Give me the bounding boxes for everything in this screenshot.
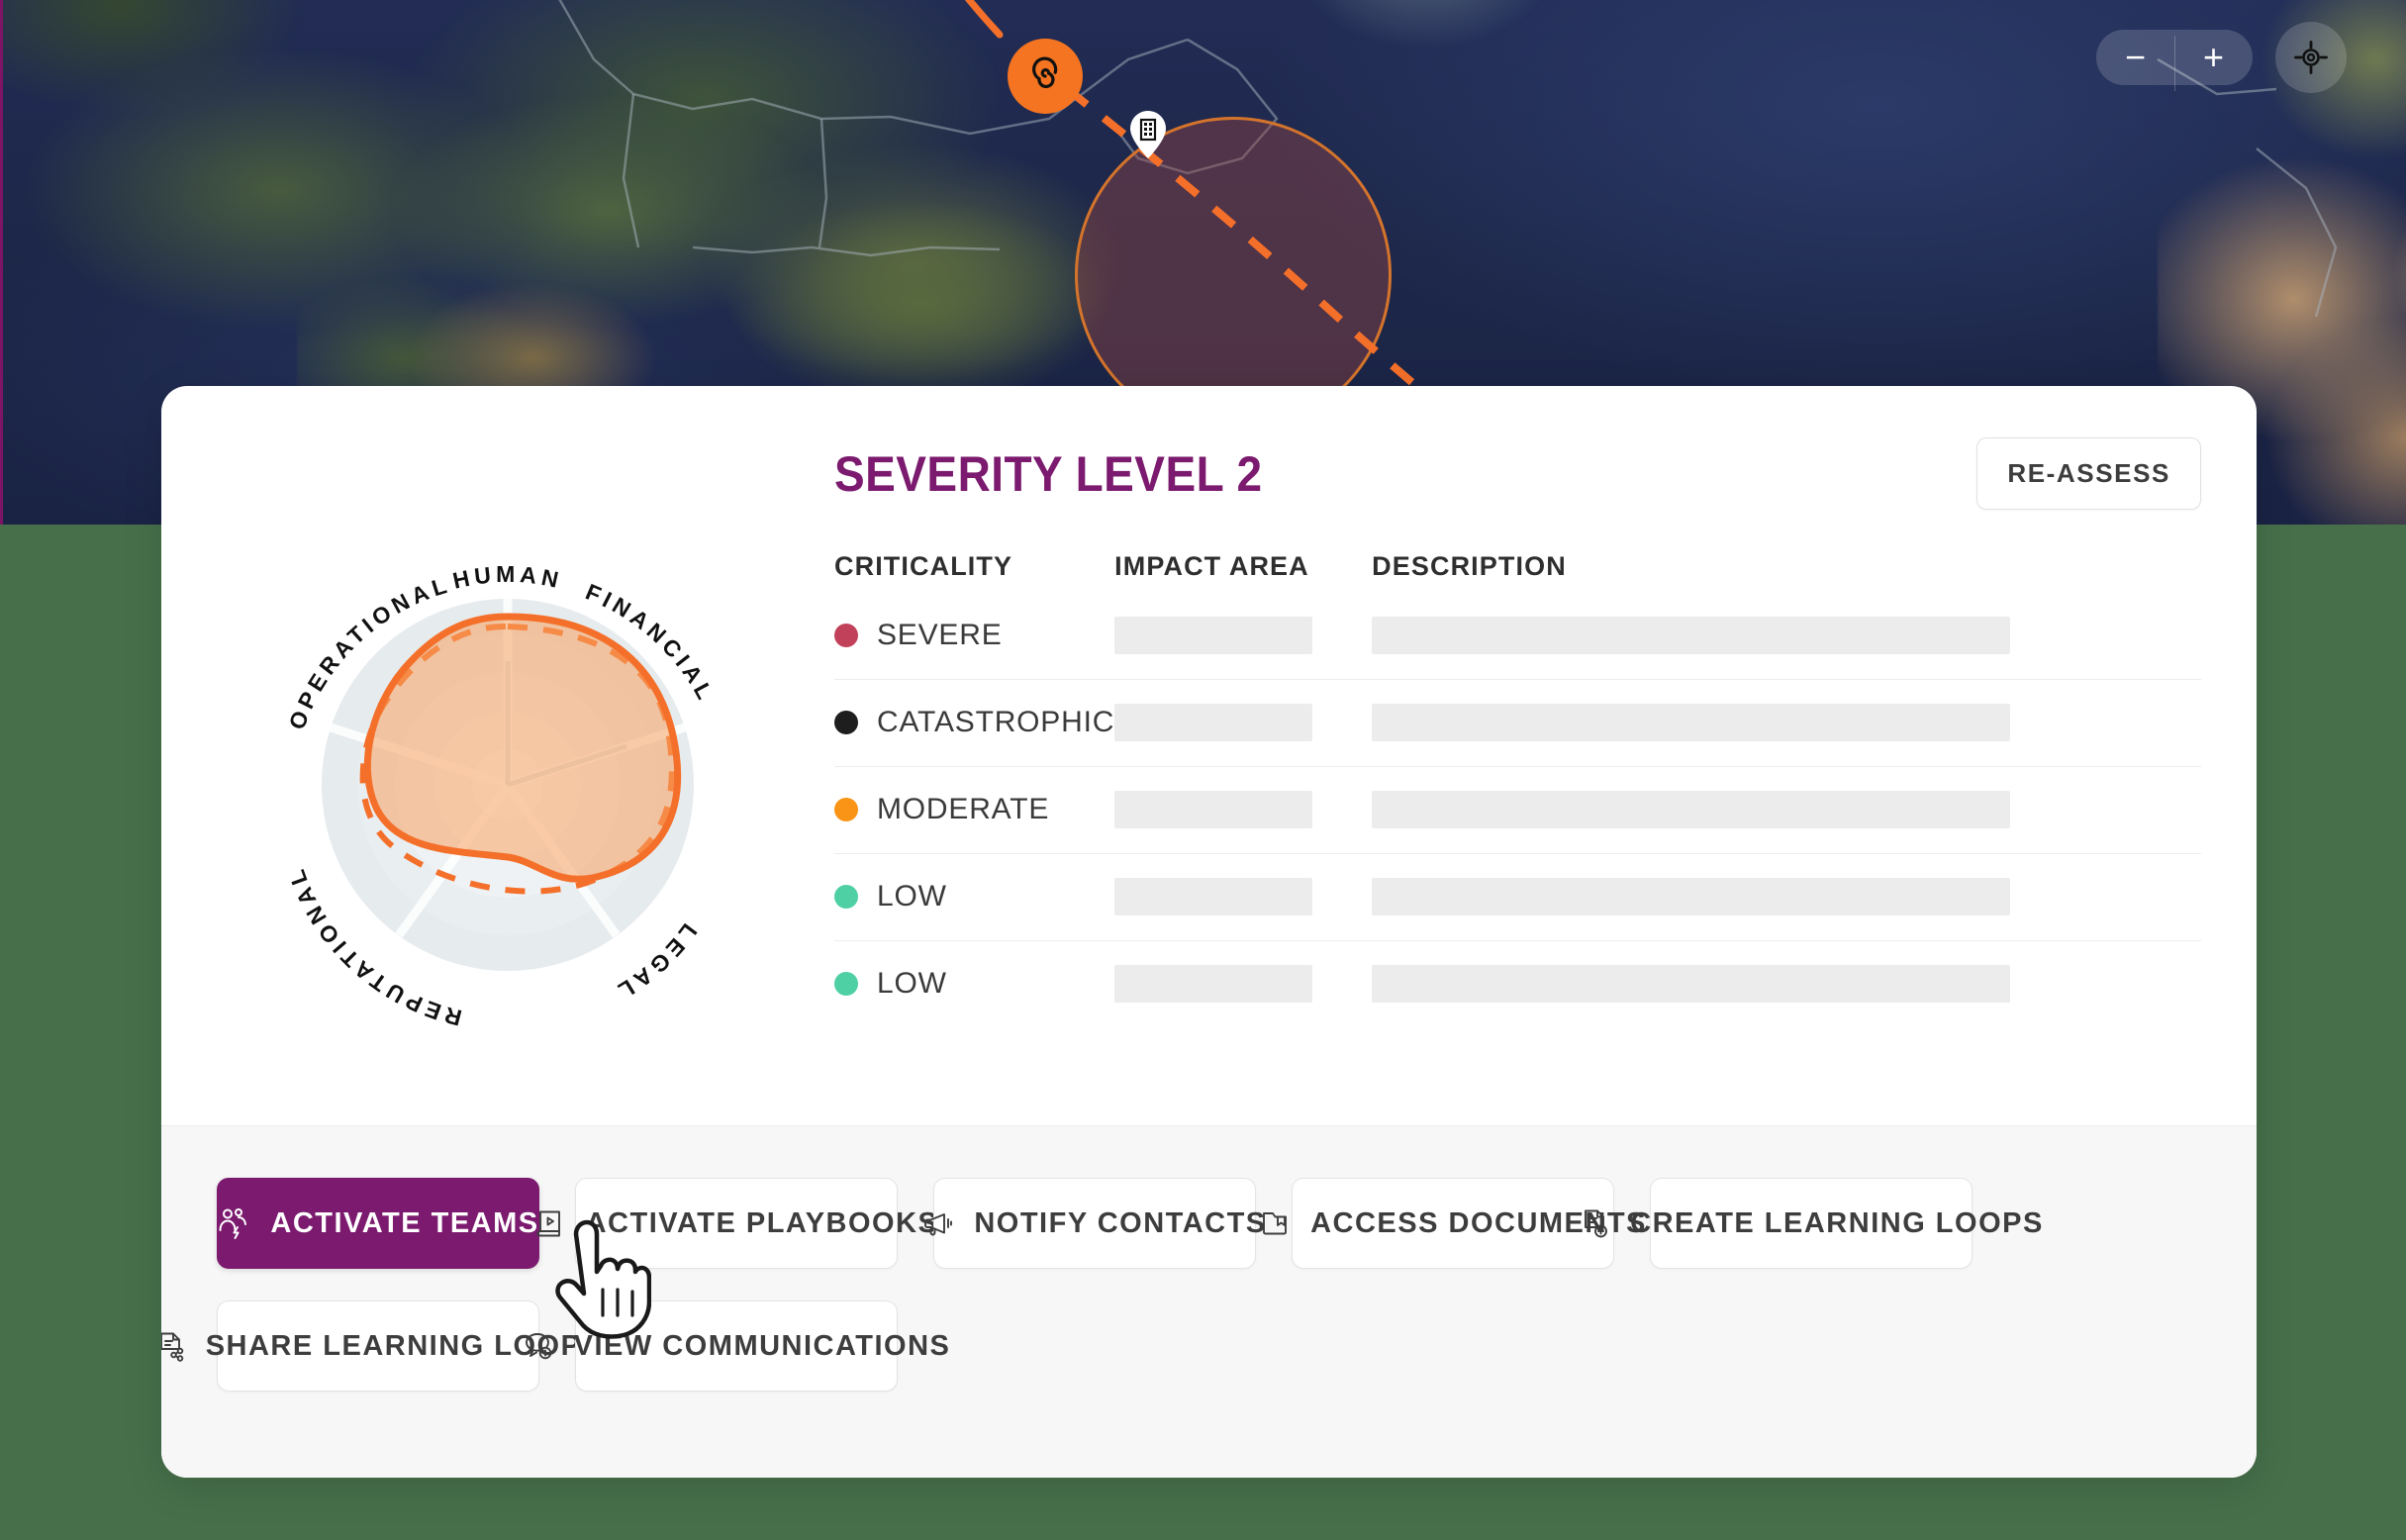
severity-card-body: HUMAN FINANCIAL LEGAL REPUTATIONAL OPERA [161, 386, 2257, 1125]
description-placeholder [1372, 704, 2011, 741]
notify-contacts-button[interactable]: NOTIFY CONTACTS [924, 1178, 1265, 1269]
activate-teams-button[interactable]: ACTIVATE TEAMS [217, 1178, 539, 1269]
description-placeholder [1372, 965, 2011, 1004]
impact-area-placeholder [1114, 616, 1313, 654]
table-row[interactable]: LOW [834, 853, 2201, 941]
document-plus-icon [1579, 1207, 1610, 1239]
table-row[interactable]: MODERATE [834, 766, 2201, 854]
action-button-grid: ACTIVATE TEAMS ACTIVATE PLAYBOOKS NOTIFY… [161, 1178, 2201, 1392]
criticality-label: SEVERE [877, 618, 1003, 651]
zoom-controls-divider [2174, 36, 2175, 91]
button-label: NOTIFY CONTACTS [974, 1206, 1267, 1239]
impact-area-placeholder [1114, 878, 1313, 915]
share-learning-loops-button[interactable]: SHARE LEARNING LOOPS [161, 1300, 601, 1392]
building-pin-icon[interactable] [1128, 109, 1168, 160]
document-share-icon [161, 1330, 186, 1362]
crosshair-locate-icon[interactable] [2275, 22, 2347, 93]
chat-plus-icon [523, 1330, 554, 1362]
description-placeholder [1372, 616, 2011, 654]
impact-radar-chart: HUMAN FINANCIAL LEGAL REPUTATIONAL OPERA [201, 414, 815, 1097]
criticality-table: CRITICALITY IMPACT AREA DESCRIPTION SEVE… [834, 551, 2201, 1027]
criticality-label: LOW [877, 880, 947, 913]
description-placeholder [1372, 791, 2011, 828]
criticality-label: LOW [877, 967, 947, 1001]
view-communications-button[interactable]: VIEW COMMUNICATIONS [525, 1300, 949, 1392]
description-placeholder [1372, 878, 2011, 915]
status-badge [834, 972, 858, 997]
status-badge [834, 885, 858, 909]
status-badge [834, 623, 858, 647]
status-badge [834, 711, 858, 734]
status-badge [834, 798, 858, 821]
megaphone-icon [922, 1207, 954, 1239]
radar-axis-label-human: HUMAN [450, 561, 565, 594]
book-play-icon [534, 1207, 566, 1239]
table-row[interactable]: SEVERE [834, 592, 2201, 680]
folder-bookmark-icon [1259, 1207, 1291, 1239]
table-row[interactable]: CATASTROPHIC [834, 679, 2201, 767]
column-header-impact-area: IMPACT AREA [1114, 551, 1309, 581]
column-header-description: DESCRIPTION [1372, 551, 1567, 581]
button-label: CREATE LEARNING LOOPS [1630, 1206, 2044, 1239]
radar-series-current [363, 613, 682, 883]
severity-panel: SEVERITY LEVEL 2 RE-ASSESS CRITICALITY I… [834, 437, 2201, 1027]
access-documents-button[interactable]: ACCESS DOCUMENTS [1263, 1178, 1645, 1269]
table-row[interactable]: LOW [834, 940, 2201, 1027]
page-title: SEVERITY LEVEL 2 [834, 446, 1263, 502]
impact-area-placeholder [1114, 704, 1313, 741]
users-lightning-icon [217, 1206, 250, 1240]
severity-panel-header: SEVERITY LEVEL 2 RE-ASSESS [834, 437, 2201, 510]
zoom-out-button[interactable]: − [2096, 30, 2174, 85]
impact-area-placeholder [1114, 965, 1313, 1004]
criticality-label: CATASTROPHIC [877, 706, 1115, 738]
button-label: VIEW COMMUNICATIONS [573, 1329, 951, 1362]
table-header-row: CRITICALITY IMPACT AREA DESCRIPTION [834, 551, 2201, 592]
criticality-table-body: SEVERE CATASTROPHIC MODERATE LOW LOW [834, 592, 2201, 1027]
re-assess-button[interactable]: RE-ASSESS [1976, 437, 2201, 510]
left-edge-strip [0, 0, 3, 525]
zoom-in-button[interactable]: + [2174, 30, 2253, 85]
impact-area-placeholder [1114, 791, 1313, 828]
activate-playbooks-button[interactable]: ACTIVATE PLAYBOOKS [536, 1178, 937, 1269]
hurricane-spiral-icon[interactable] [1008, 39, 1083, 114]
radar-axis-label-legal: LEGAL [610, 919, 702, 1007]
create-learning-loops-button[interactable]: CREATE LEARNING LOOPS [1585, 1178, 2042, 1269]
map-zoom-controls[interactable]: − + [2096, 30, 2253, 91]
button-label: ACTIVATE TEAMS [270, 1206, 539, 1239]
action-footer: ACTIVATE TEAMS ACTIVATE PLAYBOOKS NOTIFY… [161, 1125, 2257, 1478]
criticality-label: MODERATE [877, 793, 1050, 825]
app-root: − + HUMAN FINANCIAL LEGAL REPUTATIONAL O… [0, 0, 2406, 1540]
button-label: ACTIVATE PLAYBOOKS [585, 1206, 939, 1239]
column-header-criticality: CRITICALITY [834, 551, 1013, 581]
severity-card: HUMAN FINANCIAL LEGAL REPUTATIONAL OPERA [161, 386, 2257, 1478]
